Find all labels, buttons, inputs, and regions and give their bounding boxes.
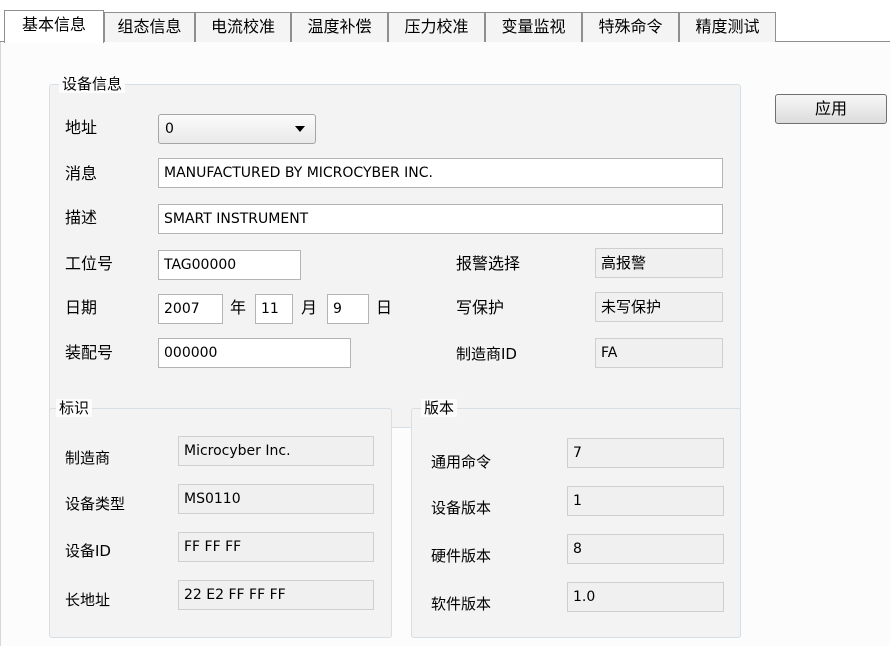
apply-button[interactable]: 应用 [775,94,887,124]
assembly-field[interactable]: 000000 [158,338,351,368]
tab-special-commands[interactable]: 特殊命令 [582,12,679,42]
year-unit: 年 [230,298,247,317]
manufacturer-value: Microcyber Inc. [178,436,374,466]
alarm-label: 报警选择 [456,254,521,273]
write-protect-label: 写保护 [456,298,505,317]
message-label: 消息 [65,164,98,183]
device-type-value: MS0110 [178,484,374,514]
device-revision-label: 设备版本 [431,499,492,517]
address-label: 地址 [65,118,98,137]
hardware-revision-value: 8 [567,534,724,564]
assembly-label: 装配号 [65,343,114,362]
descriptor-field[interactable]: SMART INSTRUMENT [158,204,723,234]
software-revision-label: 软件版本 [431,595,492,613]
long-address-label: 长地址 [65,591,111,609]
descriptor-label: 描述 [65,208,98,227]
tab-accuracy-test[interactable]: 精度测试 [679,12,776,42]
day-field[interactable]: 9 [327,294,369,324]
day-unit: 日 [376,298,393,317]
message-field[interactable]: MANUFACTURED BY MICROCYBER INC. [158,158,723,188]
write-protect-value: 未写保护 [595,292,723,322]
device-id-value: FF FF FF [178,532,374,562]
address-value: 0 [165,121,174,137]
chevron-down-icon [295,126,305,132]
alarm-value: 高报警 [595,248,723,278]
device-revision-value: 1 [567,486,724,516]
address-dropdown[interactable]: 0 [158,114,316,144]
manufacturer-id-value: FA [595,338,723,368]
device-id-label: 设备ID [65,542,111,560]
year-field[interactable]: 2007 [158,294,223,324]
month-field[interactable]: 11 [255,294,293,324]
software-revision-value: 1.0 [567,582,724,612]
tag-label: 工位号 [65,254,114,273]
device-type-label: 设备类型 [65,495,126,513]
tab-temperature-compensation[interactable]: 温度补偿 [291,12,388,42]
tab-config-info[interactable]: 组态信息 [104,12,195,42]
manufacturer-id-label: 制造商ID [456,345,517,363]
tab-page-basic-info: 设备信息 地址 0 消息 MANUFACTURED BY MICROCYBER … [0,42,890,646]
universal-command-value: 7 [567,438,724,468]
identity-title: 标识 [56,399,93,417]
tab-pressure-calibration[interactable]: 压力校准 [388,12,485,42]
version-title: 版本 [421,399,458,417]
manufacturer-label: 制造商 [65,449,111,467]
month-unit: 月 [301,298,318,317]
date-label: 日期 [65,298,98,317]
tab-variable-monitor[interactable]: 变量监视 [485,12,582,42]
universal-command-label: 通用命令 [431,453,492,471]
device-info-title: 设备信息 [59,75,126,93]
tab-current-calibration[interactable]: 电流校准 [195,12,291,42]
tab-basic-info[interactable]: 基本信息 [4,10,104,43]
long-address-value: 22 E2 FF FF FF [178,580,374,610]
hardware-revision-label: 硬件版本 [431,547,492,565]
tag-field[interactable]: TAG00000 [158,250,301,280]
